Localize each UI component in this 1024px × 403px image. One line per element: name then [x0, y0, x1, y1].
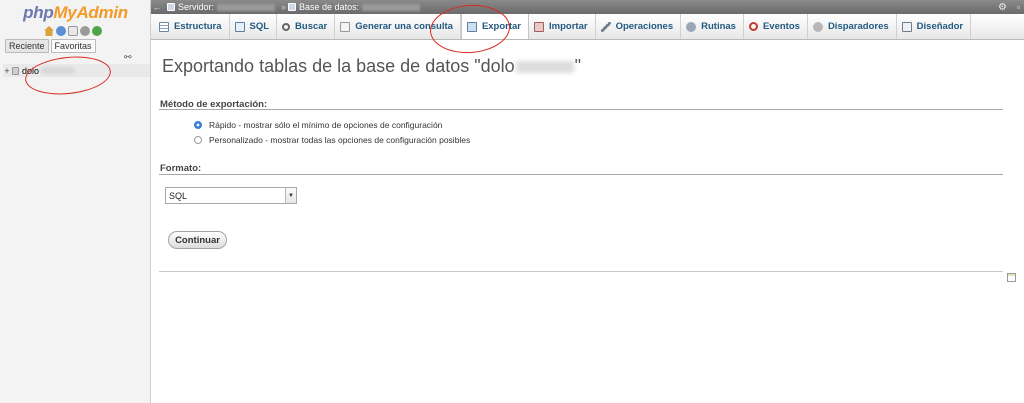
tab-eventos[interactable]: Eventos — [744, 14, 808, 39]
server-icon — [167, 3, 175, 11]
redacted-db-name — [515, 61, 574, 74]
triggers-icon — [812, 21, 823, 32]
format-heading: Formato: — [160, 163, 202, 174]
reload-icon[interactable] — [92, 26, 102, 36]
routines-icon — [686, 21, 697, 32]
breadcrumb-database[interactable]: Base de datos: — [299, 2, 359, 12]
docs-icon[interactable] — [68, 26, 78, 36]
help-icon[interactable] — [56, 26, 66, 36]
database-tabs: Estructura SQL Buscar Generar una consul… — [151, 14, 1024, 40]
continue-button[interactable]: Continuar — [168, 231, 227, 249]
tab-disenador[interactable]: Diseñador — [897, 14, 972, 39]
gear-icon[interactable]: ⚙ — [998, 2, 1007, 13]
expand-icon[interactable]: + — [3, 66, 11, 76]
breadcrumb-bar: ← Servidor: » Base de datos: ⚙ ▫ — [151, 0, 1024, 14]
sql-icon — [234, 21, 245, 32]
import-icon — [534, 21, 545, 32]
tab-favoritas[interactable]: Favoritas — [50, 39, 96, 53]
breadcrumb-separator-icon: » — [281, 2, 287, 12]
format-select[interactable]: SQL ▼ — [165, 187, 297, 204]
format-selected-value: SQL — [169, 190, 188, 201]
collapse-icon[interactable]: ▫ — [1017, 2, 1020, 12]
collapse-arrow-icon[interactable]: ← — [151, 2, 163, 12]
divider — [159, 271, 1003, 272]
database-icon — [12, 66, 19, 75]
divider — [159, 174, 1003, 175]
structure-icon — [159, 21, 169, 32]
tab-reciente[interactable]: Reciente — [5, 39, 49, 53]
query-icon — [340, 21, 351, 32]
link-icon[interactable]: ⚯ — [124, 52, 132, 63]
radio-custom[interactable] — [194, 136, 202, 144]
search-icon — [282, 22, 291, 31]
chevron-down-icon[interactable]: ▼ — [285, 188, 296, 203]
home-icon[interactable] — [44, 26, 54, 36]
designer-icon — [901, 21, 912, 32]
navigation-tabs: Reciente Favoritas — [5, 39, 96, 53]
tab-disparadores[interactable]: Disparadores — [808, 14, 897, 39]
redacted-server — [217, 3, 276, 11]
radio-custom-option[interactable]: Personalizado - mostrar todas las opcion… — [194, 135, 470, 145]
divider — [159, 109, 1003, 110]
redacted-database — [362, 3, 421, 11]
database-icon — [288, 3, 297, 11]
quick-links — [44, 26, 102, 37]
tab-importar[interactable]: Importar — [529, 14, 596, 39]
tab-operaciones[interactable]: Operaciones — [596, 14, 682, 39]
tab-estructura[interactable]: Estructura — [154, 14, 230, 39]
wrench-icon — [600, 21, 611, 32]
console-icon[interactable] — [1007, 273, 1016, 282]
radio-quick-option[interactable]: Rápido - mostrar sólo el mínimo de opcio… — [194, 120, 442, 130]
tab-sql[interactable]: SQL — [230, 14, 278, 39]
tab-buscar[interactable]: Buscar — [277, 14, 336, 39]
clock-icon — [748, 22, 758, 31]
breadcrumb-server[interactable]: Servidor: — [178, 2, 214, 12]
settings-icon[interactable] — [80, 26, 90, 36]
phpmyadmin-logo[interactable]: phpMyAdmin — [0, 3, 151, 23]
radio-quick[interactable] — [194, 121, 202, 129]
tab-rutinas[interactable]: Rutinas — [681, 14, 744, 39]
page-title: Exportando tablas de la base de datos "d… — [162, 56, 582, 76]
